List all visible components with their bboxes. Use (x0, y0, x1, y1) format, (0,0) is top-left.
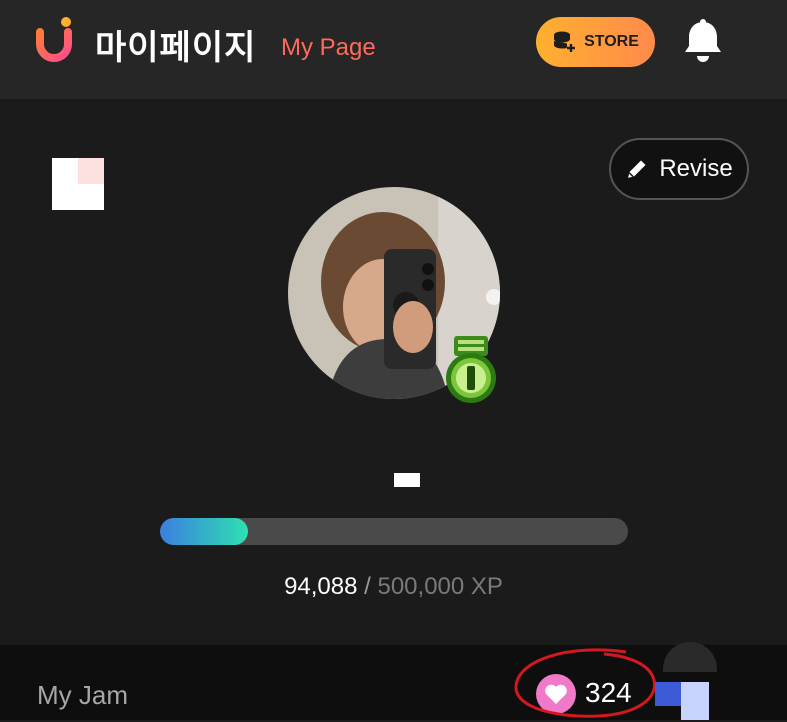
revise-button[interactable]: Revise (609, 138, 749, 200)
corner-square-image (52, 158, 104, 210)
xp-separator: / (357, 573, 378, 600)
xp-progress-bar (160, 518, 628, 545)
light-blue-square-image (681, 682, 709, 720)
xp-max: 500,000 XP (377, 573, 503, 600)
top-header: 마이페이지 My Page STORE (0, 0, 787, 99)
page-title-korean: 마이페이지 (95, 28, 257, 68)
revise-label: Revise (659, 155, 733, 182)
coins-plus-icon (554, 31, 576, 52)
store-button[interactable]: STORE (536, 17, 655, 67)
corner-square-tint (78, 158, 104, 184)
pencil-icon (628, 160, 646, 178)
bell-icon[interactable] (683, 18, 723, 64)
my-jam-label: My Jam (37, 680, 128, 710)
xp-text: 94,088 / 500,000 XP (0, 573, 787, 601)
xp-current: 94,088 (284, 573, 358, 600)
blue-square-image (655, 682, 681, 706)
page-title-english: My Page (281, 34, 376, 61)
xp-progress-fill (160, 518, 248, 545)
username-redacted (394, 473, 420, 487)
store-label: STORE (584, 33, 639, 50)
red-annotation-circle (514, 648, 656, 718)
app-logo-icon (36, 17, 72, 62)
medal-icon (446, 336, 496, 403)
